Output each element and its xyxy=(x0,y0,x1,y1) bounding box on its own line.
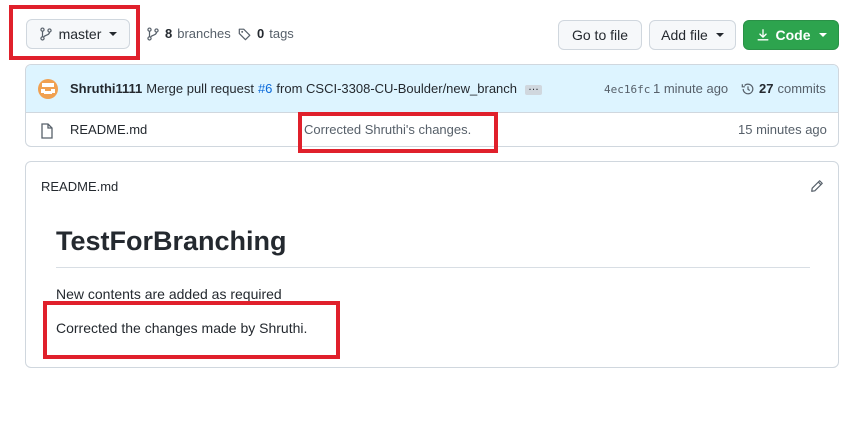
commit-author[interactable]: Shruthi1111 xyxy=(70,81,142,96)
commit-message-prefix[interactable]: Merge pull request xyxy=(146,81,254,96)
commit-message-suffix[interactable]: from CSCI-3308-CU-Boulder/new_branch xyxy=(276,81,517,96)
tags-link[interactable]: 0 tags xyxy=(238,26,294,41)
file-icon xyxy=(40,123,54,139)
branch-selector-button[interactable]: master xyxy=(26,19,130,49)
pencil-icon[interactable] xyxy=(810,179,824,193)
download-icon xyxy=(756,28,770,42)
git-branch-icon xyxy=(146,26,160,41)
code-button[interactable]: Code xyxy=(743,20,839,50)
go-to-file-label: Go to file xyxy=(571,27,629,43)
readme-line-2: Corrected the changes made by Shruthi. xyxy=(56,320,308,336)
tags-count: 0 xyxy=(257,26,265,41)
commits-count: 27 xyxy=(759,81,774,96)
avatar[interactable] xyxy=(38,79,58,99)
commit-message: Shruthi1111 Merge pull request #6 from C… xyxy=(70,81,543,96)
file-time: 15 minutes ago xyxy=(738,122,827,137)
commit-ellipsis-button[interactable]: … xyxy=(525,82,543,95)
branch-name: master xyxy=(58,26,102,42)
title-divider xyxy=(56,267,810,268)
chevron-down-icon xyxy=(818,33,827,37)
readme-title: TestForBranching xyxy=(56,226,287,256)
tags-label: tags xyxy=(269,26,294,41)
readme-line-1: New contents are added as required xyxy=(56,286,282,302)
tag-icon xyxy=(238,27,252,41)
go-to-file-button[interactable]: Go to file xyxy=(558,20,642,50)
add-file-label: Add file xyxy=(661,27,708,43)
add-file-button[interactable]: Add file xyxy=(649,20,736,50)
commits-label: commits xyxy=(777,81,826,96)
chevron-down-icon xyxy=(715,33,724,37)
file-name[interactable]: README.md xyxy=(70,122,147,137)
commits-link[interactable]: 27 commits xyxy=(741,81,826,96)
readme-panel: README.md TestForBranching New contents … xyxy=(25,161,839,368)
commit-time: 1 minute ago xyxy=(653,81,729,96)
code-label: Code xyxy=(775,27,811,43)
chevron-down-icon xyxy=(109,32,118,36)
commit-sha[interactable]: 4ec16fc xyxy=(604,83,650,96)
file-commit-message[interactable]: Corrected Shruthi's changes. xyxy=(304,122,471,137)
pr-link[interactable]: #6 xyxy=(258,81,272,96)
history-icon xyxy=(741,82,755,96)
file-row: README.md Corrected Shruthi's changes. 1… xyxy=(26,114,838,146)
latest-commit-bar: Shruthi1111 Merge pull request #6 from C… xyxy=(26,65,838,113)
branches-count: 8 xyxy=(165,26,173,41)
git-branch-icon xyxy=(39,27,53,41)
file-browser: Shruthi1111 Merge pull request #6 from C… xyxy=(25,64,839,147)
branches-label: branches xyxy=(177,26,231,41)
branches-link[interactable]: 8 branches xyxy=(146,26,231,41)
readme-header: README.md xyxy=(41,179,119,194)
